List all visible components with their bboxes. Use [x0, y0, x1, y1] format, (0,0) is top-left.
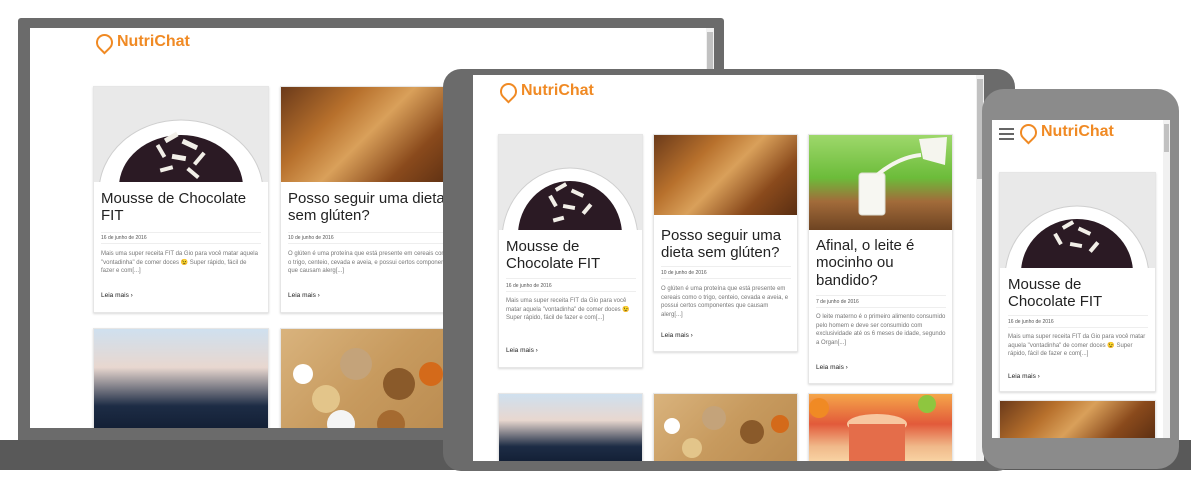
divider: [1008, 327, 1148, 328]
milk-glass-illustration: [858, 137, 947, 216]
tablet-screen: NutriChat Mousse de Chocolate FIT 16 de …: [473, 75, 984, 461]
divider: [1008, 315, 1148, 316]
divider: [288, 232, 448, 233]
post-card-gluten[interactable]: Posso seguir uma dieta sem glúten? 10 de…: [653, 134, 798, 352]
post-title[interactable]: Mousse de Chocolate FIT: [1008, 276, 1148, 311]
post-card-salt[interactable]: [498, 393, 643, 461]
post-date: 7 de junho de 2016: [816, 299, 859, 305]
divider: [288, 243, 448, 244]
smoothie-image[interactable]: [809, 394, 952, 461]
spoons-illustration: [664, 406, 789, 458]
post-card-milk[interactable]: Afinal, o leite é mocinho ou bandido? 7 …: [808, 134, 953, 384]
divider: [506, 291, 636, 292]
desktop-scroll-thumb[interactable]: [707, 32, 713, 72]
read-more-link[interactable]: Leia mais ›: [288, 292, 320, 299]
milk-image[interactable]: [809, 135, 952, 230]
mousse-bowl-illustration: [99, 119, 263, 182]
desktop-logo[interactable]: NutriChat: [92, 29, 190, 55]
post-card-mousse[interactable]: Mousse de Chocolate FIT 16 de junho de 2…: [498, 134, 643, 368]
read-more-link[interactable]: Leia mais ›: [816, 364, 848, 371]
post-title[interactable]: Mousse de Chocolate FIT: [101, 190, 263, 225]
post-excerpt: Mais uma super receita FIT da Gio para v…: [1008, 334, 1146, 358]
post-excerpt: Mais uma super receita FIT da Gio para v…: [101, 251, 258, 275]
spoons-illustration: [293, 348, 443, 428]
read-more-link[interactable]: Leia mais ›: [661, 332, 693, 339]
spices-spoons-image[interactable]: [281, 329, 455, 428]
divider: [101, 232, 261, 233]
post-card-spoons[interactable]: [280, 328, 456, 428]
phone-screen: NutriChat Mousse de Chocolate FIT 16 de …: [992, 120, 1170, 438]
read-more-link[interactable]: Leia mais ›: [101, 292, 133, 299]
bread-image[interactable]: [281, 87, 455, 182]
post-excerpt: Mais uma super receita FIT da Gio para v…: [506, 298, 630, 322]
post-title[interactable]: Afinal, o leite é mocinho ou bandido?: [816, 237, 946, 289]
post-date: 10 de junho de 2016: [288, 235, 334, 241]
brand-name: NutriChat: [521, 82, 594, 99]
mousse-bowl-illustration: [1005, 205, 1149, 268]
post-date: 16 de junho de 2016: [1008, 319, 1054, 325]
read-more-link[interactable]: Leia mais ›: [1008, 373, 1040, 380]
chat-pin-icon: [92, 29, 117, 55]
bread-image[interactable]: [654, 135, 797, 215]
post-title[interactable]: Posso seguir uma dieta sem glúten?: [288, 190, 450, 225]
mousse-bowl-illustration: [502, 167, 638, 230]
post-card-smoothie[interactable]: [808, 393, 953, 461]
divider: [101, 243, 261, 244]
tablet-logo[interactable]: NutriChat: [496, 78, 594, 104]
post-card-salt[interactable]: [93, 328, 269, 428]
mousse-image[interactable]: [94, 87, 268, 182]
post-card-gluten[interactable]: Posso seguir uma dieta sem glúten? 10 de…: [280, 86, 456, 313]
mousse-image[interactable]: [1000, 173, 1155, 268]
post-card-mousse[interactable]: Mousse de Chocolate FIT 16 de junho de 2…: [93, 86, 269, 313]
bread-image[interactable]: [1000, 401, 1155, 438]
post-excerpt: O leite materno é o primeiro alimento co…: [816, 314, 946, 347]
post-title[interactable]: Posso seguir uma dieta sem glúten?: [661, 227, 795, 262]
phone-scrollbar[interactable]: [1163, 120, 1170, 438]
post-card-mousse[interactable]: Mousse de Chocolate FIT 16 de junho de 2…: [999, 172, 1156, 392]
salt-hands-image[interactable]: [94, 329, 268, 428]
post-card-spoons[interactable]: [653, 393, 798, 461]
chat-pin-icon: [496, 78, 521, 104]
smoothie-illustration: [809, 395, 936, 461]
divider: [816, 307, 946, 308]
post-excerpt: O glúten é uma proteína que está present…: [661, 286, 789, 319]
divider: [816, 295, 946, 296]
post-card-gluten[interactable]: [999, 400, 1156, 438]
phone-logo[interactable]: NutriChat: [1016, 120, 1114, 145]
mousse-image[interactable]: [499, 135, 642, 230]
divider: [661, 266, 791, 267]
post-date: 10 de junho de 2016: [661, 270, 707, 276]
salt-hands-image[interactable]: [499, 394, 642, 461]
post-date: 16 de junho de 2016: [506, 283, 552, 289]
brand-name: NutriChat: [117, 33, 190, 50]
chat-pin-icon: [1016, 120, 1041, 145]
read-more-link[interactable]: Leia mais ›: [506, 347, 538, 354]
divider: [661, 278, 791, 279]
hamburger-menu-icon[interactable]: [999, 126, 1014, 140]
spices-spoons-image[interactable]: [654, 394, 797, 461]
post-excerpt: O glúten é uma proteína que está present…: [288, 251, 453, 275]
post-title[interactable]: Mousse de Chocolate FIT: [506, 238, 638, 273]
divider: [506, 278, 636, 279]
phone-scroll-thumb[interactable]: [1164, 124, 1169, 152]
post-date: 16 de junho de 2016: [101, 235, 147, 241]
brand-name: NutriChat: [1041, 123, 1114, 140]
